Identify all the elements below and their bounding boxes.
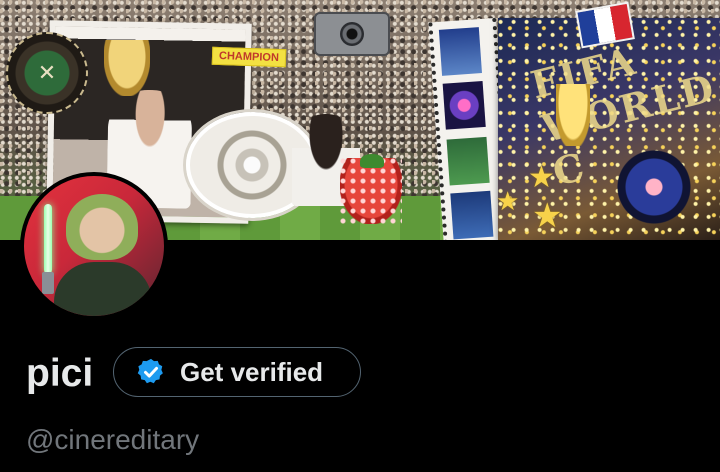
star-icon: ★ [496, 186, 520, 216]
profile-handle: @cinereditary [26, 424, 200, 455]
film-frame [450, 190, 494, 240]
camera-icon [314, 12, 390, 56]
star-icon: ★ [532, 197, 563, 235]
profile-display-name: pici [26, 352, 94, 395]
champion-sticker: CHAMPION [211, 46, 287, 68]
strawberry-icon [340, 154, 402, 224]
world-cup-trophy-icon [556, 84, 590, 146]
get-verified-button[interactable]: Get verified [113, 347, 361, 397]
avatar[interactable] [20, 172, 168, 320]
lightsaber-blade [44, 204, 52, 274]
film-frame [446, 136, 490, 186]
crossed-rackets-icon: ✕ [6, 32, 88, 114]
avatar-character-head [66, 194, 138, 260]
gold-trophy-icon [104, 40, 150, 96]
avatar-character-body [54, 262, 152, 316]
lightsaber-hilt [42, 272, 54, 294]
starburst-sticker [606, 142, 702, 232]
get-verified-label: Get verified [180, 356, 324, 387]
verified-badge-icon [137, 358, 163, 384]
star-icon: ★ [528, 161, 555, 194]
film-frame [442, 81, 486, 130]
film-frame [438, 27, 482, 76]
camera-lens [340, 22, 364, 46]
